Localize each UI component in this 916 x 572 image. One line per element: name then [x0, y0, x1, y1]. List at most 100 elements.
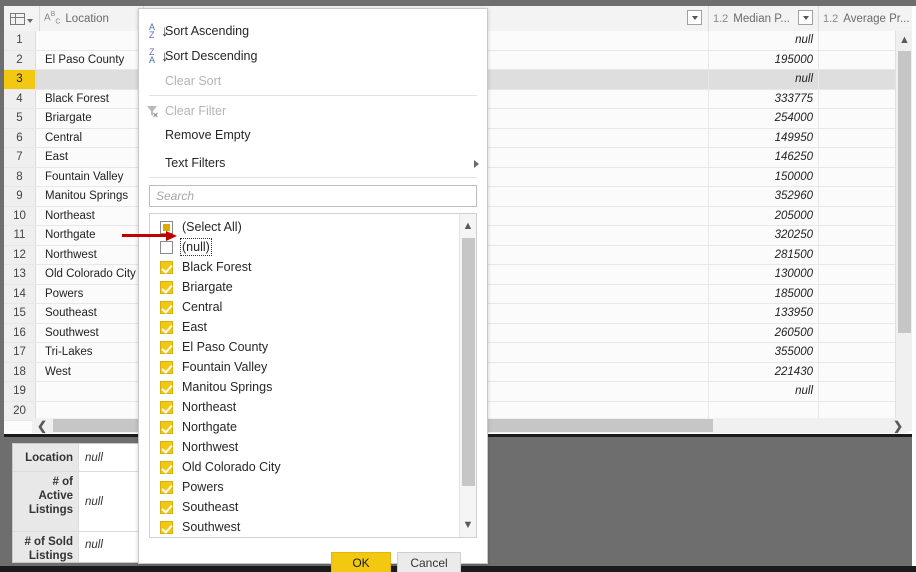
table-cell[interactable]: Powers [40, 285, 144, 304]
menu-item-clear-sort[interactable]: Clear Sort [139, 69, 487, 93]
menu-item-sort-ascending[interactable]: AZ↓ Sort Ascending [139, 19, 487, 43]
table-cell[interactable]: null [709, 382, 819, 401]
table-cell[interactable]: El Paso County [40, 51, 144, 70]
table-cell[interactable]: 281500 [709, 246, 819, 265]
checkbox-checked[interactable] [160, 381, 173, 394]
filter-list-item[interactable]: Fountain Valley [150, 357, 455, 377]
grid-vertical-scrollbar[interactable]: ▲ ▼ [895, 31, 912, 431]
row-number[interactable]: 3 [4, 70, 36, 89]
filter-dropdown-button-median[interactable] [798, 10, 813, 25]
menu-item-clear-filter[interactable]: Clear Filter [139, 99, 487, 123]
row-number[interactable]: 5 [4, 109, 36, 128]
checkbox-checked[interactable] [160, 421, 173, 434]
cancel-button[interactable]: Cancel [397, 552, 461, 572]
filter-list-item[interactable]: Northwest [150, 437, 455, 457]
column-header-location[interactable]: ABC Location [40, 6, 144, 31]
column-header-average-price[interactable]: 1.2 Average Pr... [819, 6, 912, 31]
filter-list-item[interactable]: El Paso County [150, 337, 455, 357]
table-cell[interactable]: 254000 [709, 109, 819, 128]
table-cell[interactable] [40, 70, 144, 89]
checkbox-checked[interactable] [160, 321, 173, 334]
table-cell[interactable]: Fountain Valley [40, 168, 144, 187]
search-input[interactable]: Search [149, 185, 477, 207]
table-cell[interactable]: 320250 [709, 226, 819, 245]
row-number[interactable]: 6 [4, 129, 36, 148]
filter-dropdown-button-name[interactable] [687, 10, 702, 25]
table-cell[interactable]: 133950 [709, 304, 819, 323]
filter-list-item[interactable]: Old Colorado City [150, 457, 455, 477]
table-cell[interactable]: 205000 [709, 207, 819, 226]
row-number[interactable]: 10 [4, 207, 36, 226]
row-number[interactable]: 7 [4, 148, 36, 167]
checkbox-checked[interactable] [160, 481, 173, 494]
filter-value-list[interactable]: (Select All)(null)Black ForestBriargateC… [149, 213, 477, 538]
column-filter-dropdown[interactable]: AZ↓ Sort Ascending ZA↓ Sort Descending C… [138, 8, 488, 564]
table-cell[interactable]: Southeast [40, 304, 144, 323]
table-cell[interactable]: 260500 [709, 324, 819, 343]
filter-list-item[interactable]: Manitou Springs [150, 377, 455, 397]
scroll-left-icon[interactable]: ❮ [32, 418, 52, 433]
checkbox-checked[interactable] [160, 301, 173, 314]
table-cell[interactable]: null [709, 31, 819, 50]
checkbox-checked[interactable] [160, 341, 173, 354]
checkbox-checked[interactable] [160, 401, 173, 414]
table-cell[interactable]: 150000 [709, 168, 819, 187]
table-cell[interactable]: Northwest [40, 246, 144, 265]
table-cell[interactable]: 355000 [709, 343, 819, 362]
table-cell[interactable]: Manitou Springs [40, 187, 144, 206]
ok-button[interactable]: OK [331, 552, 391, 572]
row-number[interactable]: 8 [4, 168, 36, 187]
filter-list-item[interactable]: Northeast [150, 397, 455, 417]
list-vertical-scrollbar[interactable]: ▲ ▼ [459, 214, 476, 537]
filter-list-item[interactable]: Southeast [150, 497, 455, 517]
table-cell[interactable] [40, 31, 144, 50]
table-cell[interactable]: West [40, 363, 144, 382]
table-cell[interactable]: Old Colorado City [40, 265, 144, 284]
filter-list-item[interactable]: Black Forest [150, 257, 455, 277]
row-number[interactable]: 1 [4, 31, 36, 50]
table-cell[interactable]: East [40, 148, 144, 167]
menu-item-remove-empty[interactable]: Remove Empty [139, 123, 487, 147]
table-cell[interactable]: Briargate [40, 109, 144, 128]
checkbox-checked[interactable] [160, 461, 173, 474]
row-number[interactable]: 17 [4, 343, 36, 362]
table-cell[interactable]: Tri-Lakes [40, 343, 144, 362]
filter-list-item[interactable]: Powers [150, 477, 455, 497]
checkbox-checked[interactable] [160, 261, 173, 274]
table-cell[interactable]: Northeast [40, 207, 144, 226]
checkbox-checked[interactable] [160, 441, 173, 454]
table-cell[interactable]: 130000 [709, 265, 819, 284]
checkbox-checked[interactable] [160, 281, 173, 294]
scrollbar-thumb[interactable] [898, 51, 911, 333]
scroll-down-icon[interactable]: ▼ [460, 515, 476, 535]
row-number[interactable]: 11 [4, 226, 36, 245]
scroll-right-icon[interactable]: ❯ [888, 418, 908, 433]
row-number[interactable]: 2 [4, 51, 36, 70]
checkbox-checked[interactable] [160, 501, 173, 514]
row-number[interactable]: 12 [4, 246, 36, 265]
scroll-up-icon[interactable]: ▲ [460, 216, 476, 236]
table-cell[interactable]: 195000 [709, 51, 819, 70]
table-cell[interactable]: Central [40, 129, 144, 148]
row-number[interactable]: 9 [4, 187, 36, 206]
table-cell[interactable]: null [709, 70, 819, 89]
row-number[interactable]: 19 [4, 382, 36, 401]
table-cell[interactable]: Northgate [40, 226, 144, 245]
filter-list-item[interactable]: East [150, 317, 455, 337]
checkbox-partial[interactable] [160, 221, 173, 234]
table-cell[interactable]: Black Forest [40, 90, 144, 109]
filter-list-item[interactable]: Southwest [150, 517, 455, 537]
table-cell[interactable]: Southwest [40, 324, 144, 343]
table-cell[interactable] [40, 382, 144, 401]
filter-list-item[interactable]: (Select All) [150, 217, 455, 237]
row-number[interactable]: 16 [4, 324, 36, 343]
menu-item-text-filters[interactable]: Text Filters [139, 151, 487, 175]
scrollbar-thumb[interactable] [462, 238, 475, 486]
scroll-up-icon[interactable]: ▲ [896, 31, 912, 48]
checkbox-checked[interactable] [160, 361, 173, 374]
filter-list-item[interactable]: Northgate [150, 417, 455, 437]
filter-list-item[interactable]: Central [150, 297, 455, 317]
row-number[interactable]: 14 [4, 285, 36, 304]
table-cell[interactable]: 185000 [709, 285, 819, 304]
row-number[interactable]: 4 [4, 90, 36, 109]
